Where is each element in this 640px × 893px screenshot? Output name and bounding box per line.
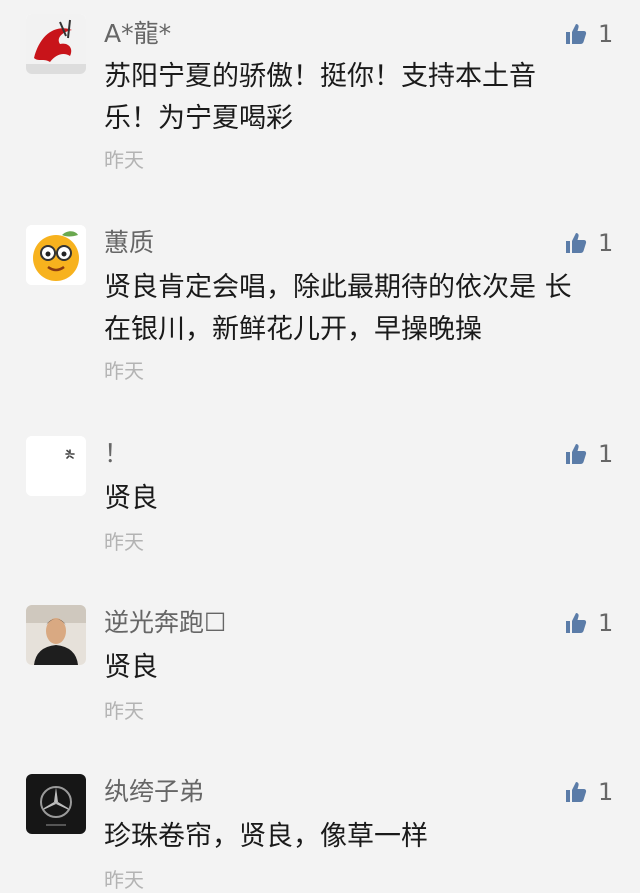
orange-face-icon [26, 225, 86, 285]
comment-author[interactable]: 纨绔子弟 [104, 774, 204, 810]
comment-item: 纨绔子弟 1 珍珠卷帘，贤良，像草一样 昨天 [0, 774, 640, 892]
comment-text: 贤良肯定会唱，除此最期待的依次是 长 在银川，新鲜花儿开，早操晚操 [104, 267, 604, 351]
avatar[interactable] [26, 774, 86, 834]
red-dragon-icon [26, 14, 86, 74]
comment-time: 昨天 [104, 359, 144, 383]
comment-text-line: 乐！为宁夏喝彩 [104, 103, 293, 134]
comment-text-line: 珍珠卷帘，贤良，像草一样 [104, 821, 428, 852]
avatar[interactable] [26, 436, 86, 496]
comment-text-line: 在银川，新鲜花儿开，早操晚操 [104, 314, 482, 345]
like-button[interactable]: 1 [564, 774, 613, 810]
avatar[interactable] [26, 225, 86, 285]
comment-author[interactable]: ！ [104, 436, 129, 472]
comment-item: 蕙质 1 贤良肯定会唱，除此最期待的依次是 长 在银川，新鲜花儿开，早操晚操 昨… [0, 225, 640, 385]
like-button[interactable]: 1 [564, 436, 613, 472]
comment-text-line: 贤良肯定会唱，除此最期待的依次是 长 [104, 272, 572, 303]
comment-time: 昨天 [104, 148, 144, 172]
comment-item: A*龍* 1 苏阳宁夏的骄傲！挺你！支持本土音 乐！为宁夏喝彩 昨天 [0, 14, 640, 174]
thumbs-up-icon [566, 782, 587, 802]
comment-text: 贤良 [104, 478, 604, 520]
comment-author[interactable]: 逆光奔跑☐ [104, 605, 226, 641]
comment-text-line: 苏阳宁夏的骄傲！挺你！支持本土音 [104, 61, 536, 92]
comment-text-line: 贤良 [104, 483, 158, 514]
like-count: 1 [598, 778, 614, 806]
like-button[interactable]: 1 [564, 16, 613, 52]
thumbs-up-icon [566, 613, 587, 633]
comment-item: ！ 1 贤良 昨天 [0, 436, 640, 556]
like-count: 1 [598, 20, 614, 48]
avatar[interactable] [26, 14, 86, 74]
comment-author[interactable]: A*龍* [104, 16, 171, 52]
comment-time: 昨天 [104, 530, 144, 554]
like-count: 1 [598, 609, 614, 637]
comment-item: 逆光奔跑☐ 1 贤良 昨天 [0, 605, 640, 725]
comment-text: 珍珠卷帘，贤良，像草一样 [104, 816, 604, 858]
comment-text-line: 贤良 [104, 652, 158, 683]
comment-time: 昨天 [104, 868, 144, 892]
thumbs-up-icon [566, 444, 587, 464]
comment-time: 昨天 [104, 699, 144, 723]
thumbs-up-icon [566, 233, 587, 253]
loading-spinner-icon [26, 436, 86, 496]
like-count: 1 [598, 440, 614, 468]
person-photo-icon [26, 605, 86, 665]
avatar[interactable] [26, 605, 86, 665]
comment-text: 贤良 [104, 647, 604, 689]
like-button[interactable]: 1 [564, 605, 613, 641]
mercedes-logo-icon [26, 774, 86, 834]
like-count: 1 [598, 229, 614, 257]
comment-author[interactable]: 蕙质 [104, 225, 154, 261]
like-button[interactable]: 1 [564, 225, 613, 261]
comment-text: 苏阳宁夏的骄傲！挺你！支持本土音 乐！为宁夏喝彩 [104, 56, 604, 140]
thumbs-up-icon [566, 24, 587, 44]
